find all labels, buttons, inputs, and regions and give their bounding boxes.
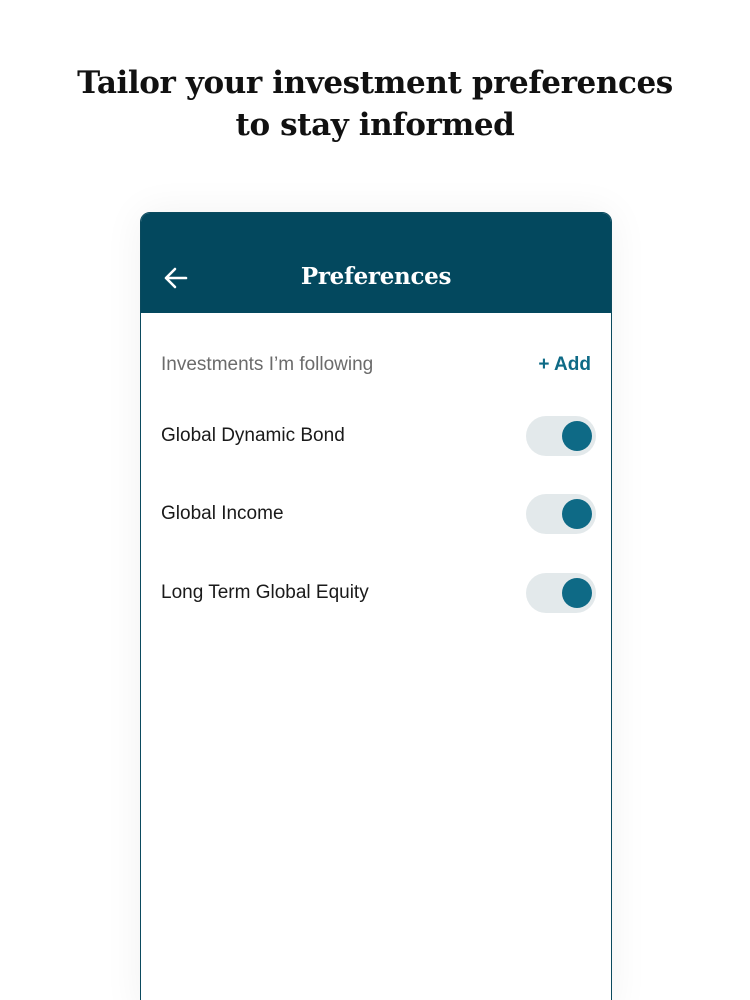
toggle-knob	[562, 421, 592, 451]
add-investment-button[interactable]: + Add	[538, 351, 591, 379]
follow-toggle[interactable]	[526, 573, 596, 613]
headline: Tailor your investment preferences to st…	[0, 62, 750, 146]
follow-toggle[interactable]	[526, 416, 596, 456]
investment-row: Global Income	[161, 494, 596, 534]
investment-name: Global Income	[161, 503, 284, 524]
headline-line-1: Tailor your investment preferences	[77, 65, 673, 101]
section-label: Investments I’m following	[161, 354, 374, 375]
investment-row: Long Term Global Equity	[161, 573, 596, 613]
phone-screen: Preferences Investments I’m following + …	[140, 212, 612, 1000]
investment-name: Global Dynamic Bond	[161, 425, 345, 446]
app-bar: Preferences	[141, 213, 611, 313]
page-title: Preferences	[300, 263, 452, 290]
headline-line-2: to stay informed	[235, 107, 515, 143]
promo-page: Tailor your investment preferences to st…	[0, 0, 750, 1000]
investment-row: Global Dynamic Bond	[161, 416, 596, 456]
toggle-knob	[562, 578, 592, 608]
section-header: Investments I’m following + Add	[161, 351, 591, 379]
toggle-knob	[562, 499, 592, 529]
investment-name: Long Term Global Equity	[161, 582, 369, 603]
follow-toggle[interactable]	[526, 494, 596, 534]
